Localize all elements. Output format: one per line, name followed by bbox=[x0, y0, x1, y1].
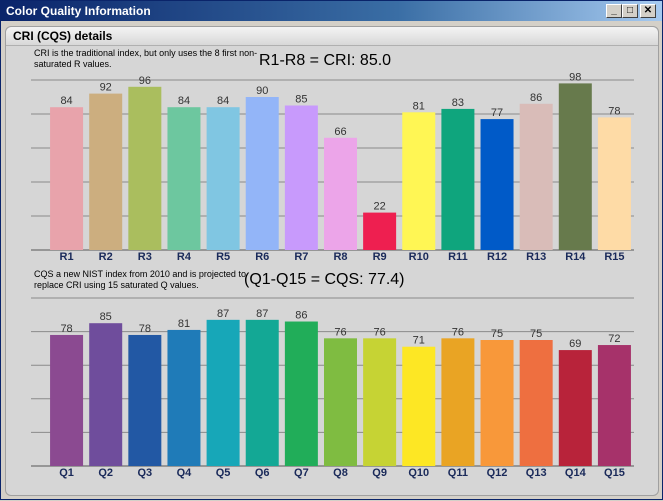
cri-tick-label: R8 bbox=[333, 251, 347, 263]
cqs-bar bbox=[363, 338, 397, 466]
cri-tick-label: R6 bbox=[255, 251, 269, 263]
cri-tick-label: R11 bbox=[448, 251, 468, 263]
cri-data-label: 78 bbox=[608, 105, 620, 117]
cqs-data-label: 87 bbox=[256, 308, 268, 320]
cqs-data-label: 69 bbox=[569, 338, 581, 350]
cqs-bar bbox=[324, 338, 357, 466]
cqs-tick-label: Q10 bbox=[408, 467, 429, 479]
cri-bar bbox=[558, 83, 592, 251]
cri-tick-label: R4 bbox=[177, 251, 192, 263]
cri-tick-label: R3 bbox=[138, 251, 152, 263]
cqs-tick-label: Q12 bbox=[487, 467, 508, 479]
cri-data-label: 22 bbox=[374, 201, 386, 213]
cri-bar bbox=[441, 108, 475, 251]
cqs-tick-label: Q6 bbox=[255, 467, 270, 479]
cqs-data-label: 76 bbox=[334, 326, 346, 338]
cri-bar bbox=[402, 112, 436, 250]
cqs-tick-label: Q9 bbox=[372, 467, 387, 479]
cri-bar bbox=[284, 105, 318, 250]
cri-tick-label: R7 bbox=[294, 251, 308, 263]
app-window: Color Quality Information _ □ ✕ CRI (CQS… bbox=[0, 0, 663, 500]
cri-data-label: 85 bbox=[295, 94, 307, 106]
cqs-data-label: 86 bbox=[295, 310, 307, 322]
cqs-bar bbox=[50, 334, 84, 466]
cri-bar bbox=[245, 97, 279, 250]
cri-bar bbox=[167, 107, 201, 250]
cri-tick-label: R15 bbox=[604, 251, 624, 263]
cqs-bar bbox=[441, 338, 475, 466]
cqs-bar bbox=[597, 345, 631, 466]
cqs-bar bbox=[167, 329, 201, 466]
cqs-tick-label: Q7 bbox=[294, 467, 309, 479]
cri-data-label: 83 bbox=[452, 97, 464, 109]
cri-tick-label: R13 bbox=[526, 251, 546, 263]
cri-data-label: 84 bbox=[60, 95, 72, 107]
cqs-data-label: 76 bbox=[374, 326, 386, 338]
cqs-tick-label: Q13 bbox=[526, 467, 547, 479]
cqs-bar bbox=[128, 334, 162, 466]
cri-bar bbox=[324, 137, 357, 250]
cqs-tick-label: Q1 bbox=[59, 467, 74, 479]
cri-tick-label: R2 bbox=[99, 251, 113, 263]
cqs-data-label: 78 bbox=[139, 323, 151, 335]
cqs-data-label: 75 bbox=[530, 328, 542, 340]
cri-bar bbox=[597, 117, 631, 251]
cri-tick-label: R14 bbox=[565, 251, 586, 263]
cri-data-label: 86 bbox=[530, 92, 542, 104]
cqs-data-label: 76 bbox=[452, 326, 464, 338]
cqs-tick-label: Q14 bbox=[565, 467, 587, 479]
cri-data-label: 98 bbox=[569, 71, 581, 83]
cqs-data-label: 87 bbox=[217, 308, 229, 320]
cqs-bar bbox=[519, 340, 553, 466]
cqs-tick-label: Q15 bbox=[604, 467, 625, 479]
cri-bar bbox=[363, 212, 397, 250]
cqs-bar bbox=[206, 319, 240, 466]
cqs-tick-label: Q4 bbox=[177, 467, 193, 479]
cri-bar bbox=[50, 107, 84, 250]
cqs-data-label: 78 bbox=[60, 323, 72, 335]
cri-data-label: 84 bbox=[178, 95, 190, 107]
cri-bar bbox=[480, 119, 514, 250]
cri-bar bbox=[128, 86, 162, 250]
cqs-bar bbox=[480, 340, 514, 466]
cri-data-label: 81 bbox=[413, 100, 425, 112]
cri-data-label: 66 bbox=[334, 126, 346, 138]
cri-data-label: 84 bbox=[217, 95, 229, 107]
cri-tick-label: R1 bbox=[60, 251, 74, 263]
cqs-data-label: 85 bbox=[100, 311, 112, 323]
cri-tick-label: R12 bbox=[487, 251, 507, 263]
cqs-data-label: 75 bbox=[491, 328, 503, 340]
cri-data-label: 92 bbox=[100, 82, 112, 94]
cqs-tick-label: Q3 bbox=[137, 467, 152, 479]
cqs-tick-label: Q11 bbox=[448, 467, 468, 479]
cqs-bar bbox=[245, 319, 279, 466]
cri-data-label: 96 bbox=[139, 75, 151, 87]
cqs-bar bbox=[558, 350, 592, 466]
cqs-bar bbox=[89, 323, 123, 466]
cqs-tick-label: Q5 bbox=[216, 467, 231, 479]
cqs-data-label: 81 bbox=[178, 318, 190, 330]
cri-tick-label: R10 bbox=[409, 251, 429, 263]
cqs-tick-label: Q2 bbox=[98, 467, 113, 479]
cqs-bar bbox=[402, 346, 436, 466]
cri-bar bbox=[89, 93, 123, 250]
cri-bar bbox=[519, 103, 553, 250]
bar-charts: 84 R1 92 R2 96 R3 84 R4 84 R5 90 R6 85 R7 66 R8 22 R9 81 R1… bbox=[31, 71, 634, 479]
cri-tick-label: R9 bbox=[373, 251, 387, 263]
cri-tick-label: R5 bbox=[216, 251, 230, 263]
cqs-data-label: 71 bbox=[413, 335, 425, 347]
cri-data-label: 77 bbox=[491, 107, 503, 119]
cqs-data-label: 72 bbox=[608, 333, 620, 345]
cqs-tick-label: Q8 bbox=[333, 467, 348, 479]
cri-data-label: 90 bbox=[256, 85, 268, 97]
cqs-bar bbox=[284, 321, 318, 466]
cri-bar bbox=[206, 107, 240, 250]
